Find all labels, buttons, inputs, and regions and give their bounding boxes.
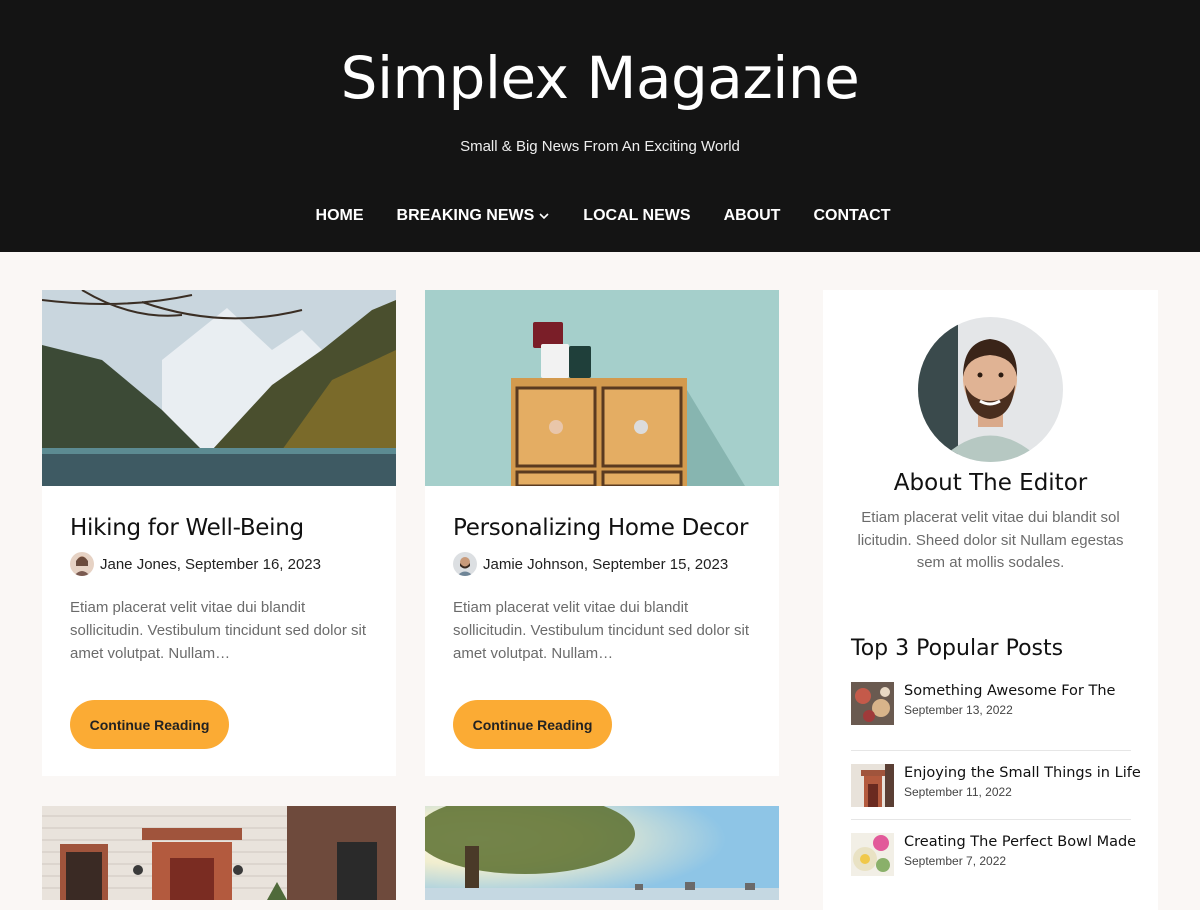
post-card: Personalizing Home Decor Jamie Johnson, … — [425, 290, 779, 776]
nav-item-label: LOCAL NEWS — [583, 207, 691, 224]
post-excerpt: Etiam placerat velit vitae dui blandit s… — [453, 599, 749, 662]
post-author-date: Jamie Johnson, September 15, 2023 — [483, 555, 729, 573]
popular-post-thumbnail[interactable] — [851, 764, 894, 807]
nav-item-about[interactable]: ABOUT — [724, 207, 781, 225]
continue-reading-button[interactable]: Continue Reading — [70, 700, 229, 749]
popular-post-item[interactable]: Creating The Perfect Bowl Made September… — [851, 820, 1136, 889]
popular-post-text: Creating The Perfect Bowl Made September… — [904, 833, 1136, 889]
popular-post-text: Enjoying the Small Things in Life Septem… — [904, 764, 1141, 819]
nav-item-label: ABOUT — [723, 207, 781, 224]
sidebar: About The Editor Etiam placerat velit vi… — [823, 290, 1158, 910]
post-card — [425, 806, 779, 900]
popular-post-text: Something Awesome For The September 13, … — [904, 682, 1115, 750]
post-title[interactable]: Hiking for Well-Being — [70, 515, 304, 541]
post-title[interactable]: Personalizing Home Decor — [453, 515, 748, 541]
popular-post-item[interactable]: Enjoying the Small Things in Life Septem… — [851, 751, 1141, 820]
post-image-drawer-cabinet[interactable] — [425, 290, 779, 486]
nav-item-label: BREAKING NEWS — [396, 207, 535, 224]
popular-post-date: September 11, 2022 — [904, 785, 1012, 799]
editor-avatar — [918, 317, 1063, 462]
nav-item-label: HOME — [315, 207, 364, 224]
post-card — [42, 806, 396, 900]
about-editor-text: Etiam placerat velit vitae dui blandit s… — [857, 509, 1124, 571]
nav-item-local-news[interactable]: LOCAL NEWS — [583, 207, 690, 225]
post-excerpt: Etiam placerat velit vitae dui blandit s… — [70, 599, 366, 662]
author-avatar — [453, 552, 477, 576]
drawer-cabinet-photo — [425, 290, 779, 486]
popular-post-date: September 7, 2022 — [904, 854, 1007, 868]
sunlit-tree-photo — [425, 806, 779, 900]
popular-post-title[interactable]: Enjoying the Small Things in Life — [904, 764, 1141, 782]
house-facade-photo — [42, 806, 396, 900]
nav-item-home[interactable]: HOME — [316, 207, 364, 225]
popular-post-title[interactable]: Something Awesome For The — [904, 682, 1115, 700]
post-image-sunlit-tree[interactable] — [425, 806, 779, 900]
about-editor-title: About The Editor — [893, 470, 1088, 496]
site-title[interactable]: Simplex Magazine — [0, 44, 1200, 112]
popular-post-date: September 13, 2022 — [904, 703, 1013, 717]
author-avatar — [70, 552, 94, 576]
popular-post-item[interactable]: Something Awesome For The September 13, … — [851, 682, 1131, 751]
post-image-house-facade[interactable] — [42, 806, 396, 900]
popular-post-title[interactable]: Creating The Perfect Bowl Made — [904, 833, 1136, 851]
nav-item-contact[interactable]: CONTACT — [813, 207, 890, 225]
post-meta: Jane Jones, September 16, 2023 — [70, 552, 321, 576]
popular-posts-list: Something Awesome For The September 13, … — [851, 682, 1141, 889]
chevron-down-icon[interactable] — [538, 210, 550, 222]
post-image-mountain-lake[interactable] — [42, 290, 396, 486]
post-card: Hiking for Well-Being Jane Jones, Septem… — [42, 290, 396, 776]
post-author-date: Jane Jones, September 16, 2023 — [100, 555, 321, 573]
site-header: Simplex Magazine Small & Big News From A… — [0, 0, 1200, 252]
continue-reading-button[interactable]: Continue Reading — [453, 700, 612, 749]
main-nav: HOME BREAKING NEWS LOCAL NEWS ABOUT CONT… — [0, 207, 1200, 225]
post-meta: Jamie Johnson, September 15, 2023 — [453, 552, 728, 576]
popular-post-thumbnail[interactable] — [851, 682, 894, 725]
mountain-lake-photo — [42, 290, 396, 486]
nav-item-label: CONTACT — [813, 207, 891, 224]
popular-post-thumbnail[interactable] — [851, 833, 894, 876]
nav-item-breaking-news[interactable]: BREAKING NEWS — [397, 207, 551, 225]
popular-posts-title: Top 3 Popular Posts — [851, 636, 1064, 661]
site-tagline: Small & Big News From An Exciting World — [460, 138, 740, 155]
